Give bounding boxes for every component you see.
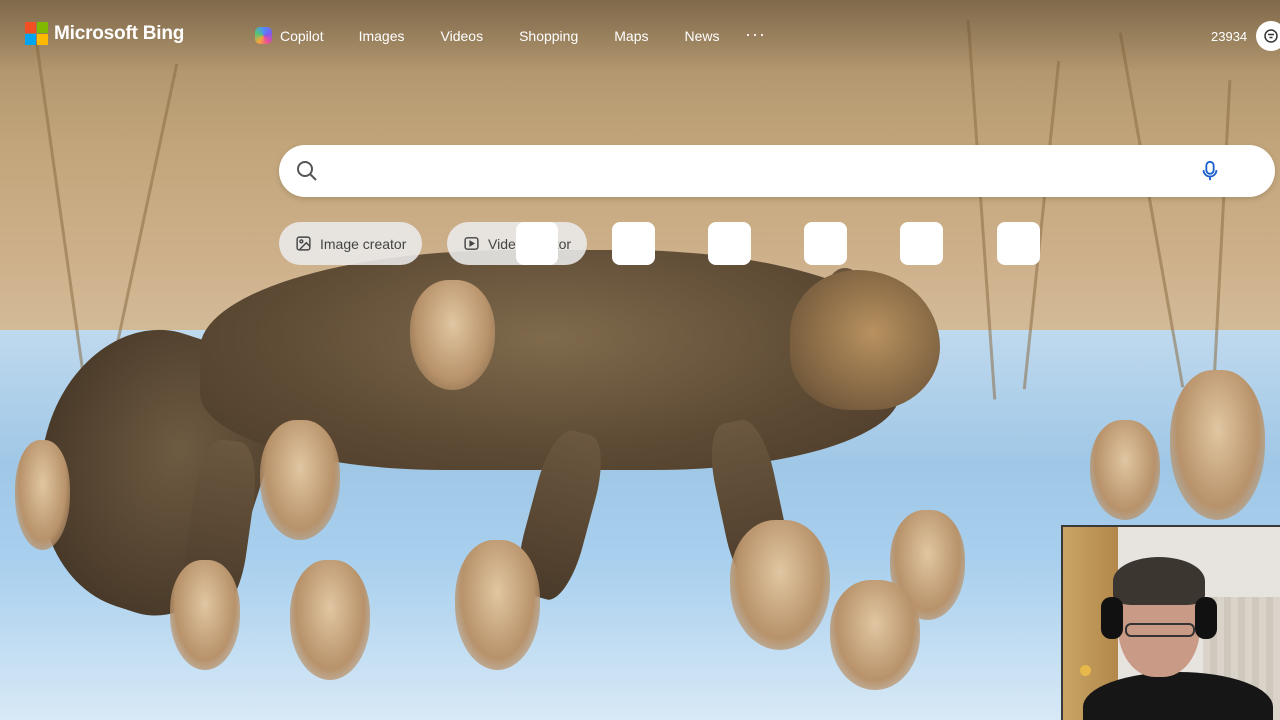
top-header: Microsoft Bing Copilot Images Videos Sho… [0,0,1280,72]
webcam-door-knob [1080,665,1091,676]
logo-square-green [37,22,48,33]
nav-news[interactable]: News [684,28,719,44]
rewards-points[interactable]: 23934 [1211,29,1247,44]
nav-label: Videos [440,27,484,44]
microphone-icon[interactable] [1199,159,1221,183]
nav-label: Shopping [519,27,579,44]
reed-tuft [170,560,240,670]
search-input[interactable] [335,155,1195,187]
nav-label: Images [358,27,405,44]
reed-tuft [830,580,920,690]
reed-tuft [455,540,540,670]
nav-shopping[interactable]: Shopping [519,28,578,44]
quick-link-tile[interactable] [708,222,751,265]
image-creator-icon [296,236,311,251]
search-icon[interactable] [295,159,319,183]
logo-square-red [25,22,36,33]
logo-square-blue [25,34,36,45]
image-creator-button[interactable]: Image creator [279,222,423,265]
video-creator-icon [464,237,479,250]
reed-tuft [1090,420,1160,520]
nav-videos[interactable]: Videos [441,28,484,44]
webcam-person-hair [1113,557,1205,605]
headphones-icon [1195,597,1217,639]
quick-link-tile[interactable] [900,222,943,265]
quick-link-tile[interactable] [612,222,655,265]
reed-tuft [1170,370,1265,520]
nav-images[interactable]: Images [359,28,405,44]
nav-label: News [684,27,720,44]
quick-link-tile[interactable] [997,222,1040,265]
copilot-icon [255,27,272,44]
reed-tuft [290,560,370,680]
nav-label: Maps [614,27,649,44]
reed-tuft [15,440,70,550]
quick-link-tile[interactable] [516,222,558,265]
search-box[interactable] [279,145,1275,197]
more-menu-button[interactable]: ··· [745,24,766,45]
reed-tuft [260,420,340,540]
microsoft-logo-icon [25,22,48,45]
webcam-person-glasses [1125,623,1195,637]
reed-tuft [410,280,495,390]
headphones-icon [1101,597,1123,639]
webcam-video-overlay [1061,525,1280,720]
chip-label: Image creator [320,235,407,252]
rewards-trophy-icon[interactable] [1256,21,1280,51]
reed-tuft [730,520,830,650]
bing-logo[interactable]: Microsoft Bing [25,22,184,45]
logo-square-yellow [37,34,48,45]
brand-name: Microsoft Bing [54,22,185,44]
nav-maps[interactable]: Maps [614,28,648,44]
quick-link-tile[interactable] [804,222,847,265]
nav-copilot[interactable]: Copilot [255,27,324,44]
nav-label: Copilot [280,27,324,44]
top-nav: Copilot Images Videos Shopping Maps News [255,27,720,44]
